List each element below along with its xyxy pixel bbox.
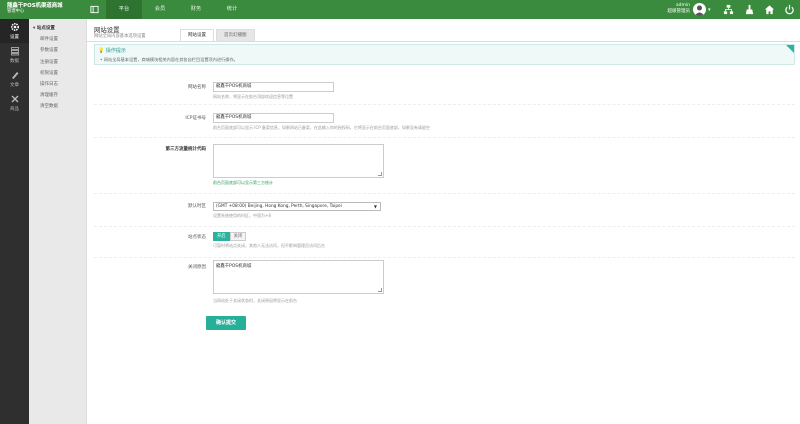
stats-code-field-wrap: 前台页面底部可以显示第三方统计 [213, 144, 384, 186]
nav-platform[interactable]: 平台 [106, 0, 142, 19]
stats-code-label: 第三方流量统计代码 [165, 147, 207, 152]
form-row-site-name: 网站名称 龍鑫干POS机商城 网站名称，将显示在前台顶部欢迎信息等位置 [94, 77, 795, 105]
sub-sidebar: ▾ 站点设置 邮件设置 参数设置 注册设置 权限设置 操作日志 清理缓存 清空数… [29, 19, 87, 424]
main-content: 网站设置 网站全局内容基本选项设置 网站设置 首页幻播图 💡 操作提示 • 网站… [87, 19, 800, 424]
chevron-down-icon: ▼ [373, 204, 377, 209]
timezone-value: (GMT +08:00) Beijing, Hong Kong, Perth, … [216, 204, 342, 209]
site-name-input[interactable]: 龍鑫干POS机商城 [213, 82, 334, 92]
nav-finance[interactable]: 财务 [178, 0, 214, 19]
left-nav-goods[interactable]: 商品 [0, 91, 29, 115]
lightbulb-icon: 💡 [98, 48, 105, 54]
page-subtitle: 网站全局内容基本选项设置 [94, 34, 146, 39]
site-status-field-wrap: 开启 关闭 可暂时将站点关闭，其他人无法访问，但不影响管理员访问后台 [213, 232, 325, 249]
site-status-label: 站点状态 [188, 235, 206, 240]
left-nav-settings[interactable]: 设置 [0, 19, 29, 43]
pen-icon [11, 72, 18, 79]
icp-input[interactable]: 龍鑫干POS机商城 [213, 113, 334, 123]
submit-button[interactable]: 确认提交 [206, 316, 246, 330]
timezone-field-wrap: (GMT +08:00) Beijing, Hong Kong, Perth, … [213, 202, 381, 219]
sub-nav-operation-log[interactable]: 操作日志 [29, 79, 86, 90]
sidebar-toggle-icon[interactable] [90, 5, 99, 14]
form-row-icp: ICP证书号 龍鑫干POS机商城 前台页面底部可以显示 ICP 备案信息，如果网… [94, 109, 795, 138]
left-nav-label: 商品 [10, 107, 19, 112]
sub-nav-email-settings[interactable]: 邮件设置 [29, 34, 86, 45]
tip-box: 💡 操作提示 • 网站全局基本设置，商城模块相关内容在其各自栏目设置项内进行操作… [94, 44, 795, 65]
form-row-stats-code: 第三方流量统计代码 前台页面底部可以显示第三方统计 [94, 139, 795, 194]
site-name-field-wrap: 龍鑫干POS机商城 网站名称，将显示在前台顶部欢迎信息等位置 [213, 82, 334, 100]
form-row-site-status: 站点状态 开启 关闭 可暂时将站点关闭，其他人无法访问，但不影响管理员访问后台 [94, 230, 795, 258]
status-on-button[interactable]: 开启 [213, 232, 230, 241]
resize-handle[interactable] [378, 172, 382, 176]
nav-statistics[interactable]: 统计 [214, 0, 250, 19]
gear-icon [10, 22, 19, 32]
sub-nav-register-settings[interactable]: 注册设置 [29, 57, 86, 68]
left-nav-data[interactable]: 数据 [0, 43, 29, 67]
brand: 龍鑫干POS机渠道商城 管理中心 [0, 0, 90, 19]
left-nav-articles[interactable]: 文章 [0, 67, 29, 91]
close-icon[interactable] [786, 45, 794, 53]
tab-divider [87, 41, 800, 42]
close-reason-help: 当网站处于关闭状态时，关闭原因将显示在前台 [213, 298, 297, 303]
nav-members[interactable]: 会员 [142, 0, 178, 19]
sitemap-icon[interactable] [723, 4, 734, 15]
tab-site-settings[interactable]: 网站设置 [180, 29, 214, 41]
site-name-label: 网站名称 [188, 85, 206, 90]
avatar[interactable] [693, 3, 706, 16]
database-icon [10, 47, 19, 56]
sub-nav-permission-settings[interactable]: 权限设置 [29, 68, 86, 79]
form-row-close-reason: 关闭原因 龍鑫干POS机商城 当网站处于关闭状态时，关闭原因将显示在前台 [94, 259, 795, 311]
resize-handle[interactable] [378, 288, 382, 292]
tip-body-text: 网站全局基本设置，商城模块相关内容在其各自栏目设置项内进行操作。 [103, 57, 238, 62]
clean-icon[interactable] [744, 4, 755, 15]
brand-subtitle: 管理中心 [7, 9, 25, 14]
top-nav: 平台 会员 财务 统计 [106, 0, 250, 19]
stats-code-help: 前台页面底部可以显示第三方统计 [213, 180, 273, 185]
tip-title: 💡 操作提示 [98, 47, 126, 54]
home-icon[interactable] [764, 4, 775, 15]
user-role: 超级管理员 [667, 8, 691, 14]
sub-nav-param-settings[interactable]: 参数设置 [29, 45, 86, 56]
icp-field-wrap: 龍鑫干POS机商城 前台页面底部可以显示 ICP 备案信息，如果网站已备案，在此… [213, 113, 430, 131]
icp-help: 前台页面底部可以显示 ICP 备案信息，如果网站已备案，在此输入你的授权码，它将… [213, 125, 430, 130]
left-nav-label: 数据 [10, 59, 19, 64]
sub-nav-label: 站点设置 [36, 26, 55, 31]
tab-bar: 网站设置 首页幻播图 [180, 29, 257, 41]
left-sidebar: 设置 数据 文章 商品 [0, 19, 29, 424]
timezone-help: 设置系统使用的时区，中国为+8 [213, 213, 271, 218]
timezone-label: 默认时区 [188, 204, 206, 209]
user-info: admin 超级管理员 [648, 3, 691, 14]
form-row-timezone: 默认时区 (GMT +08:00) Beijing, Hong Kong, Pe… [94, 199, 795, 227]
chevron-down-icon[interactable]: ▾ [708, 7, 711, 13]
tab-home-carousel[interactable]: 首页幻播图 [216, 29, 255, 41]
power-icon[interactable] [784, 4, 795, 15]
stats-code-textarea[interactable] [213, 144, 384, 178]
top-bar: 龍鑫干POS机渠道商城 管理中心 平台 会员 财务 统计 admin 超级管理员… [0, 0, 800, 19]
site-status-help: 可暂时将站点关闭，其他人无法访问，但不影响管理员访问后台 [213, 243, 325, 248]
user-avatar-icon [694, 5, 705, 16]
site-name-help: 网站名称，将显示在前台顶部欢迎信息等位置 [213, 94, 293, 99]
site-status-toggle: 开启 关闭 [213, 232, 325, 241]
tools-icon [11, 95, 18, 103]
close-reason-label: 关闭原因 [188, 265, 206, 270]
close-reason-value: 龍鑫干POS机商城 [216, 264, 252, 269]
left-nav-label: 文章 [10, 83, 19, 88]
timezone-select[interactable]: (GMT +08:00) Beijing, Hong Kong, Perth, … [213, 202, 381, 211]
tip-body: • 网站全局基本设置，商城模块相关内容在其各自栏目设置项内进行操作。 [100, 57, 238, 62]
close-reason-textarea[interactable]: 龍鑫干POS机商城 [213, 260, 384, 294]
sub-nav-clear-cache[interactable]: 清理缓存 [29, 90, 86, 101]
status-off-button[interactable]: 关闭 [229, 232, 247, 241]
sub-nav-clear-data[interactable]: 清空数据 [29, 101, 86, 112]
sub-nav-site-settings[interactable]: ▾ 站点设置 [29, 23, 86, 34]
icp-label: ICP证书号 [185, 116, 206, 121]
tip-title-text: 操作提示 [105, 48, 126, 54]
close-reason-field-wrap: 龍鑫干POS机商城 当网站处于关闭状态时，关闭原因将显示在前台 [213, 260, 384, 304]
left-nav-label: 设置 [10, 35, 19, 40]
